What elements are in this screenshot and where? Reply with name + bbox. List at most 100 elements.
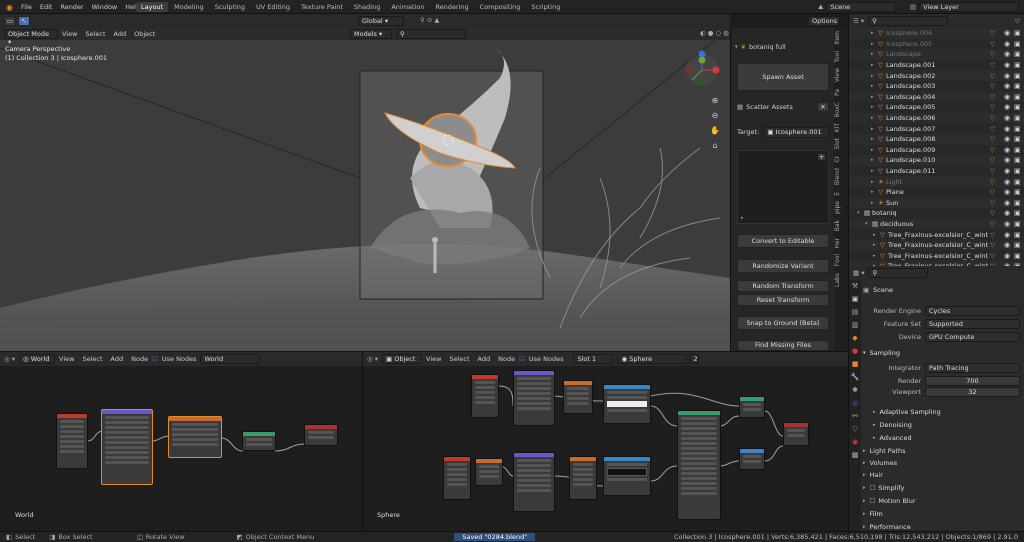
camera-restrict-icon[interactable]: ▣ — [1014, 61, 1024, 69]
sidebar-tab-e[interactable]: E — [834, 189, 841, 199]
world-tab-icon[interactable]: ● — [849, 345, 861, 358]
outliner-type-icon[interactable]: ☰ ▾ — [853, 17, 864, 25]
feature-set-dropdown[interactable]: Supported — [925, 319, 1020, 329]
world-shader-type-dropdown[interactable]: ◎ World — [19, 354, 56, 364]
tab-shading[interactable]: Shading — [349, 2, 385, 12]
world-node-editor[interactable]: ◎ ▾ ◎ World View Select Add Node ☑ Use N… — [0, 351, 362, 531]
visibility-eye-icon[interactable]: ◉ — [1004, 209, 1014, 217]
camera-restrict-icon[interactable]: ▣ — [1014, 50, 1024, 58]
3d-viewport[interactable]: Camera Perspective (1) Collection 3 | Ic… — [0, 28, 730, 351]
viewport-menu-view[interactable]: View — [58, 30, 81, 38]
expand-arrow-icon[interactable]: ▸ — [871, 168, 878, 174]
target-field[interactable]: ▣ Icosphere.001 — [763, 126, 829, 138]
camera-restrict-icon[interactable]: ▣ — [1014, 125, 1024, 133]
expand-arrow-icon[interactable]: ▾ — [857, 210, 864, 216]
slot-dropdown[interactable]: Slot 1 — [573, 354, 614, 364]
camera-restrict-icon[interactable]: ▣ — [1014, 220, 1024, 228]
expand-arrow-icon[interactable]: ▸ — [871, 51, 878, 57]
outliner-row[interactable]: ▸ ▽ Landscape.009 ▽ ◉ ▣ — [849, 145, 1024, 156]
render-tab-icon[interactable]: ▣ — [849, 293, 861, 306]
outliner-row[interactable]: ▸▽Tree_Fraxinus-excelsior_C_wint▽◉▣ — [849, 229, 1024, 240]
menu-file[interactable]: File — [17, 3, 36, 11]
reset-transform-button[interactable]: Reset Transform — [737, 294, 829, 306]
visibility-eye-icon[interactable]: ◉ — [1004, 199, 1014, 207]
outliner-row[interactable]: ▸ ▽ Landscape.006 ▽ ◉ ▣ — [849, 112, 1024, 124]
world-menu-select[interactable]: Select — [78, 355, 106, 363]
material-editor-type-icon[interactable]: ◎ ▾ — [367, 355, 378, 363]
visibility-eye-icon[interactable]: ◉ — [1004, 156, 1014, 164]
material-shader-type-dropdown[interactable]: ▣ Object — [382, 354, 423, 364]
add-item-icon[interactable]: + — [817, 153, 826, 161]
shader-node-8[interactable] — [569, 456, 597, 500]
sidebar-tab-blend[interactable]: Blend — [834, 165, 841, 188]
expand-arrow-icon[interactable]: ▸ — [871, 94, 878, 100]
outliner-row[interactable]: ▸▽Tree_Fraxinus-excelsior_C_wint▽◉▣ — [849, 239, 1024, 251]
principled-bsdf-node[interactable] — [677, 410, 721, 520]
sidebar-tab-slot[interactable]: Slot — [834, 135, 841, 153]
tab-texture-paint[interactable]: Texture Paint — [296, 2, 348, 12]
menu-window[interactable]: Window — [88, 3, 122, 11]
expand-arrow-icon[interactable]: ▸ — [871, 157, 878, 163]
material-menu-add[interactable]: Add — [474, 355, 495, 363]
camera-restrict-icon[interactable]: ▣ — [1014, 178, 1024, 186]
shader-node-7[interactable] — [513, 452, 555, 512]
visibility-eye-icon[interactable]: ◉ — [1004, 40, 1014, 48]
sidebar-tab-cr[interactable]: Cr — [834, 153, 841, 166]
sidebar-tab-pipe[interactable]: pipe — [834, 198, 841, 217]
sidebar-tab-labs[interactable]: Labs — [834, 270, 841, 290]
camera-restrict-icon[interactable]: ▣ — [1014, 93, 1024, 101]
properties-section[interactable]: ▸ Adaptive Sampling — [863, 406, 1020, 418]
camera-restrict-icon[interactable]: ▣ — [1014, 156, 1024, 164]
transform-orientation-dropdown[interactable]: Global ▾ — [358, 16, 404, 26]
tab-animation[interactable]: Animation — [386, 2, 429, 12]
world-menu-view[interactable]: View — [55, 355, 78, 363]
tab-compositing[interactable]: Compositing — [475, 2, 526, 12]
visibility-eye-icon[interactable]: ◉ — [1004, 82, 1014, 90]
expand-arrow-icon[interactable]: ▸ — [871, 179, 878, 185]
sidebar-tab-pa[interactable]: Pa — [834, 86, 841, 99]
section-checkbox[interactable]: ☐ — [870, 484, 876, 492]
expand-arrow-icon[interactable]: ▸ — [871, 136, 878, 142]
properties-section[interactable]: ▸ Denoising — [863, 419, 1020, 431]
outliner-row[interactable]: ▸ ▽ Landscape.005 ▽ ◉ ▣ — [849, 102, 1024, 113]
camera-restrict-icon[interactable]: ▣ — [1014, 231, 1024, 239]
node-editor-type-icon[interactable]: ◎ ▾ — [4, 355, 15, 363]
data-tab-icon[interactable]: ▽ — [849, 423, 861, 436]
visibility-eye-icon[interactable]: ◉ — [1004, 135, 1014, 143]
camera-restrict-icon[interactable]: ▣ — [1014, 209, 1024, 217]
outliner-row[interactable]: ▸ ▽ Landscape.011 ▽ ◉ ▣ — [849, 166, 1024, 177]
output-tab-icon[interactable]: ▤ — [849, 306, 861, 319]
scatter-list[interactable]: + ▸ — [737, 150, 829, 224]
sidebar-tab-view[interactable]: View — [834, 65, 841, 85]
outliner-row[interactable]: ▸ ▽ Landscape.004 ▽ ◉ ▣ — [849, 91, 1024, 103]
shader-node-4[interactable] — [603, 384, 651, 424]
viewport-menu-object[interactable]: Object — [130, 30, 159, 38]
camera-restrict-icon[interactable]: ▣ — [1014, 103, 1024, 111]
outliner-row[interactable]: ▸ ▽ Landscape.008 ▽ ◉ ▣ — [849, 133, 1024, 145]
sidebar-tab-her[interactable]: Her — [834, 235, 841, 252]
camera-restrict-icon[interactable]: ▣ — [1014, 241, 1024, 249]
outliner-row[interactable]: ▸ ▽ Icosphere.005 ▽ ◉ ▣ — [849, 39, 1024, 50]
properties-search-input[interactable]: ⚲ — [868, 268, 929, 278]
expand-arrow-icon[interactable]: ▸ — [873, 232, 880, 238]
tab-uv-editing[interactable]: UV Editing — [251, 2, 295, 12]
integrator-dropdown[interactable]: Path Tracing — [925, 363, 1020, 373]
random-transform-button[interactable]: Random Transform — [737, 280, 829, 292]
environment-texture-node[interactable] — [168, 416, 222, 458]
expand-arrow-icon[interactable]: ▸ — [871, 73, 878, 79]
blender-logo-icon[interactable]: ◉ — [2, 3, 17, 12]
expand-arrow-icon[interactable]: ▸ — [871, 104, 878, 110]
shader-node-5[interactable] — [443, 456, 471, 500]
expand-arrow-icon[interactable]: ▸ — [871, 83, 878, 89]
sidebar-tab-kit[interactable]: KIT — [834, 120, 841, 135]
expand-arrow-icon[interactable]: ▸ — [871, 115, 878, 121]
sidebar-tab-bak[interactable]: Bak — [834, 217, 841, 234]
visibility-eye-icon[interactable]: ◉ — [1004, 125, 1014, 133]
expand-arrow-icon[interactable]: ▸ — [871, 200, 878, 206]
tab-sculpting[interactable]: Sculpting — [210, 2, 250, 12]
world-datablock-field[interactable]: World — [200, 354, 261, 364]
camera-restrict-icon[interactable]: ▣ — [1014, 82, 1024, 90]
properties-section[interactable]: ▸ Light Paths — [863, 445, 1020, 457]
render-engine-dropdown[interactable]: Cycles — [925, 306, 1020, 316]
expand-arrow-icon[interactable]: ▸ — [871, 147, 878, 153]
